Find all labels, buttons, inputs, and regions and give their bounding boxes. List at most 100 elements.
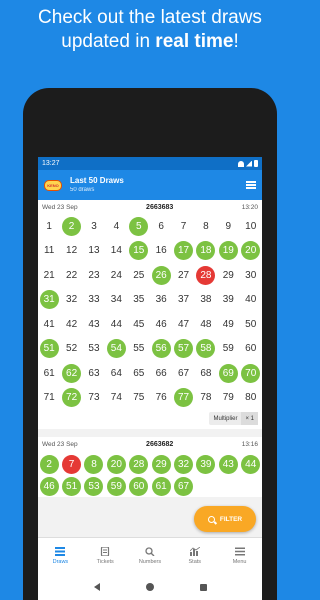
- system-nav-bar: [38, 574, 262, 600]
- number-cell: 7: [172, 214, 194, 239]
- number-cell: 16: [150, 239, 172, 264]
- number-cell: 22: [60, 263, 82, 288]
- number-cell: 46: [38, 475, 60, 497]
- number-ball: 21: [43, 269, 55, 281]
- promo-line-1: Check out the latest draws: [38, 7, 262, 28]
- drawn-number-ball: 54: [106, 339, 126, 359]
- number-cell: 8: [195, 214, 217, 239]
- number-cell: 29: [217, 263, 239, 288]
- number-cell: 60: [240, 337, 262, 362]
- number-cell: 76: [150, 386, 172, 411]
- number-cell: 27: [172, 263, 194, 288]
- number-cell: 71: [38, 386, 60, 411]
- number-cell: 80: [240, 386, 262, 411]
- draw-card[interactable]: Wed 23 Sep 2663682 13:16 2 7 8 20 28 29 32 39 43…: [38, 437, 262, 497]
- drawn-number-ball: 2: [62, 216, 82, 236]
- number-cell: 7: [60, 453, 82, 475]
- number-cell: 61: [150, 475, 172, 497]
- drawn-number-ball: 44: [241, 454, 261, 474]
- drawn-number-ball: 70: [241, 363, 261, 383]
- drawn-number-ball: 51: [62, 476, 82, 496]
- number-cell: 15: [128, 239, 150, 264]
- nav-numbers[interactable]: Numbers: [128, 538, 173, 574]
- draw-card[interactable]: Wed 23 Sep 2663683 13:20 1 2 3 4 5 6 7 8 9 10 11 12…: [38, 200, 262, 429]
- drawn-number-ball: 31: [39, 290, 59, 310]
- bottom-nav: Draws Tickets Numbers Stats Menu: [38, 537, 262, 574]
- number-cell: 17: [172, 239, 194, 264]
- number-cell: 28: [128, 453, 150, 475]
- number-ball: 50: [245, 318, 257, 330]
- number-cell: 41: [38, 312, 60, 337]
- drawn-number-ball: 58: [196, 339, 216, 359]
- search-icon: [207, 515, 215, 523]
- drawn-number-ball: 59: [106, 476, 126, 496]
- number-cell: 11: [38, 239, 60, 264]
- number-ball: 67: [177, 367, 190, 379]
- number-cell: 40: [240, 288, 262, 313]
- number-ball: 45: [133, 318, 145, 330]
- number-cell: 38: [195, 288, 217, 313]
- signal-icon: [246, 160, 252, 167]
- drawn-number-ball: 18: [196, 241, 216, 261]
- number-ball: 33: [88, 294, 100, 306]
- list-icon: [55, 547, 66, 556]
- number-cell: 54: [105, 337, 127, 362]
- nav-menu[interactable]: Menu: [217, 538, 262, 574]
- drawn-number-ball: 57: [174, 339, 194, 359]
- number-ball: 14: [110, 245, 122, 257]
- number-cell: 9: [217, 214, 239, 239]
- number-cell: 77: [172, 386, 194, 411]
- number-cell: 10: [240, 214, 262, 239]
- number-ball: 73: [88, 392, 100, 404]
- drawn-number-ball: 28: [129, 454, 149, 474]
- home-icon[interactable]: [145, 583, 154, 591]
- drawn-number-ball: 61: [151, 476, 171, 496]
- nav-label: Draws: [52, 559, 69, 565]
- drawn-number-ball: 56: [151, 339, 171, 359]
- number-cell: 79: [217, 386, 239, 411]
- number-cell: 70: [240, 361, 262, 386]
- number-ball: 49: [222, 318, 234, 330]
- number-cell: 49: [217, 312, 239, 337]
- number-ball: 55: [133, 343, 145, 355]
- drawn-number-ball: 32: [174, 454, 194, 474]
- number-cell: 32: [60, 288, 82, 313]
- nav-stats[interactable]: Stats: [172, 538, 217, 574]
- recents-icon[interactable]: [199, 583, 207, 591]
- number-ball: 27: [177, 269, 190, 281]
- number-ball: 23: [88, 269, 100, 281]
- draw-date: Wed 23 Sep: [42, 440, 78, 448]
- promo-line-2-suffix: !: [233, 31, 239, 52]
- number-cell: 19: [217, 239, 239, 264]
- number-cell: 73: [83, 386, 105, 411]
- number-ball: 4: [113, 220, 120, 232]
- number-cell: 59: [217, 337, 239, 362]
- nav-label: Tickets: [96, 559, 114, 565]
- nav-draws[interactable]: Draws: [38, 538, 83, 574]
- number-ball: 7: [180, 220, 187, 232]
- number-ball: 65: [133, 367, 145, 379]
- number-ball: 71: [43, 392, 55, 404]
- number-ball: 22: [66, 269, 78, 281]
- drawn-number-ball: 60: [129, 476, 149, 496]
- promo-header: Check out the latest draws updated in re…: [0, 6, 300, 54]
- number-ball: 39: [222, 294, 234, 306]
- number-cell: 48: [195, 312, 217, 337]
- view-toggle-icon[interactable]: [246, 181, 256, 189]
- number-ball: 35: [133, 294, 145, 306]
- drawn-number-ball: 51: [39, 339, 59, 359]
- number-ball: 43: [88, 318, 100, 330]
- number-cell: 65: [128, 361, 150, 386]
- nav-tickets[interactable]: Tickets: [83, 538, 128, 574]
- filter-button[interactable]: FILTER: [194, 506, 256, 532]
- number-ball: 12: [66, 245, 78, 257]
- number-ball: 25: [133, 269, 145, 281]
- number-cell: 53: [83, 475, 105, 497]
- number-cell: 62: [60, 361, 82, 386]
- number-cell: 20: [240, 239, 262, 264]
- number-cell: 5: [128, 214, 150, 239]
- number-ball: 38: [200, 294, 212, 306]
- number-cell: 74: [105, 386, 127, 411]
- back-icon[interactable]: [93, 583, 100, 591]
- app-subtitle: 50 draws: [70, 187, 95, 193]
